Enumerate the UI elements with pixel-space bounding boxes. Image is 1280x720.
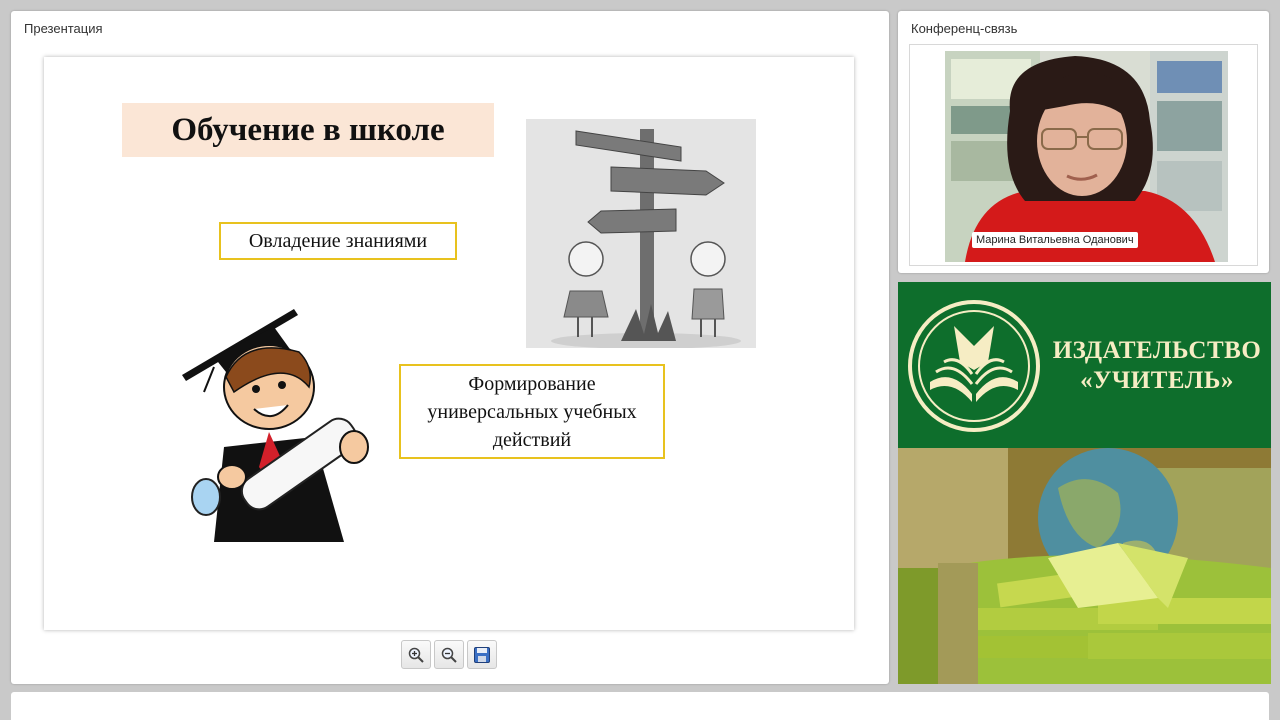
zoom-in-icon <box>408 647 424 663</box>
zoom-out-icon <box>441 647 457 663</box>
slide-toolbar <box>401 640 497 669</box>
bottom-bar <box>11 692 1269 720</box>
save-button[interactable] <box>467 640 497 669</box>
participant-video[interactable] <box>945 51 1228 262</box>
signpost-illustration <box>526 119 756 348</box>
graduate-student-illustration <box>182 309 369 542</box>
video-frame: Марина Витальевна Оданович <box>909 44 1258 266</box>
publisher-banner: ИЗДАТЕЛЬСТВО «УЧИТЕЛЬ» <box>898 282 1271 448</box>
participant-name-tag: Марина Витальевна Оданович <box>972 232 1138 248</box>
presentation-panel-title: Презентация <box>24 21 103 36</box>
publisher-logo-icon <box>908 300 1040 432</box>
presentation-panel: Презентация Обучение в школе Овладение з… <box>11 11 889 684</box>
zoom-out-button[interactable] <box>434 640 464 669</box>
slide-title: Обучение в школе <box>122 103 494 157</box>
publisher-name: ИЗДАТЕЛЬСТВО «УЧИТЕЛЬ» <box>1052 337 1262 394</box>
presentation-slide: Обучение в школе Овладение знаниями Форм… <box>44 57 854 630</box>
conference-panel: Конференц-связь Марина Витальевна Оданов… <box>898 11 1269 273</box>
conference-panel-title: Конференц-связь <box>911 21 1018 36</box>
slide-box-learning-actions: Формирование универсальных учебных дейст… <box>399 364 665 459</box>
slide-box-knowledge: Овладение знаниями <box>219 222 457 260</box>
save-icon <box>474 646 490 663</box>
books-globe-image <box>898 448 1271 684</box>
zoom-in-button[interactable] <box>401 640 431 669</box>
